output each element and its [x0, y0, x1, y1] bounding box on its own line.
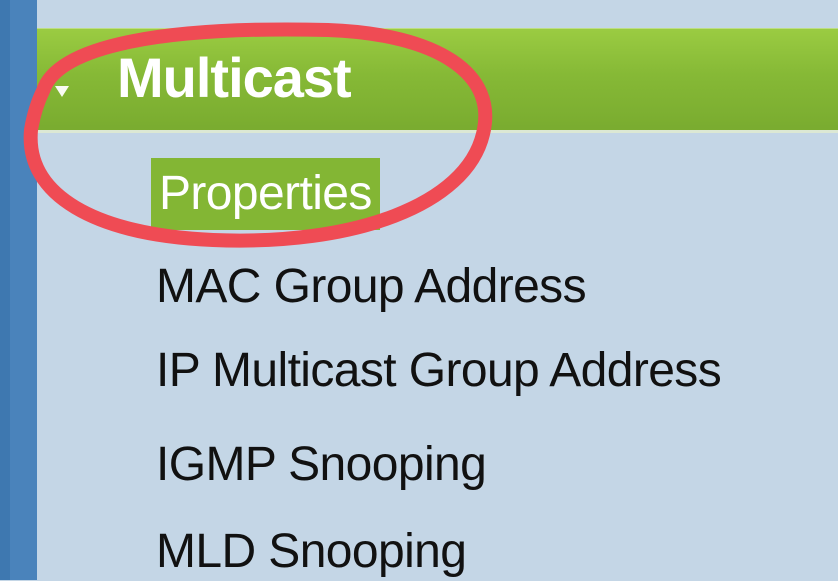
sidebar-item-mld-snooping[interactable]: MLD Snooping: [156, 523, 467, 581]
top-navigation-band: [37, 0, 838, 29]
multicast-section-title[interactable]: Multicast: [117, 46, 352, 110]
triangle-down-icon[interactable]: [55, 86, 69, 97]
sidebar-item-properties[interactable]: Properties: [151, 158, 380, 230]
sidebar-item-igmp-snooping[interactable]: IGMP Snooping: [156, 436, 487, 494]
sidebar-item-mac-group-address[interactable]: MAC Group Address: [156, 258, 587, 316]
sidebar-item-ip-multicast-group-address[interactable]: IP Multicast Group Address: [156, 342, 722, 400]
left-strip-edge: [10, 0, 37, 580]
